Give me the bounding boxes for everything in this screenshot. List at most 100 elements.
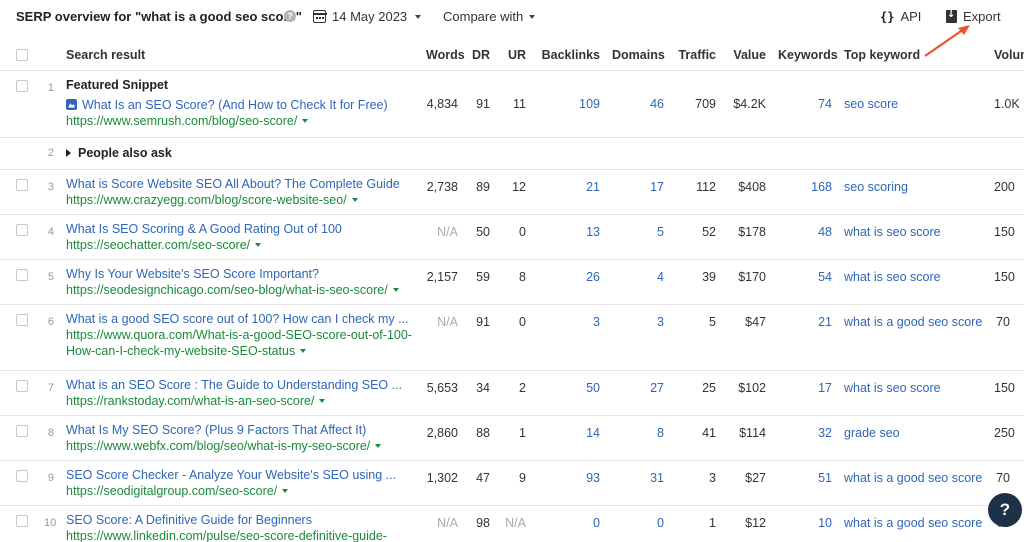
cell-keywords[interactable]: 17 [772, 370, 838, 416]
row-checkbox[interactable] [16, 79, 28, 92]
result-title-link[interactable]: What is a good SEO score out of 100? How… [66, 311, 414, 327]
select-all-checkbox[interactable] [16, 49, 28, 62]
cell-keywords[interactable]: 168 [772, 169, 838, 215]
cell-top-keyword[interactable]: what is a good seo score [838, 505, 988, 542]
cell-words: 1,302 [420, 460, 464, 506]
compare-with-dropdown[interactable]: Compare with [443, 9, 536, 24]
col-volume[interactable]: Volume [988, 40, 1024, 71]
result-title-link[interactable]: What Is My SEO Score? (Plus 9 Factors Th… [66, 422, 414, 438]
result-title-link[interactable]: Why Is Your Website's SEO Score Importan… [66, 266, 414, 282]
col-words[interactable]: Words [420, 40, 465, 71]
row-checkbox[interactable] [16, 379, 28, 392]
cell-ur: 1 [496, 415, 532, 461]
api-button[interactable]: {} API [880, 9, 921, 24]
col-top-keyword[interactable]: Top keyword [838, 40, 988, 71]
row-checkbox[interactable] [16, 313, 28, 326]
result-url[interactable]: https://seochatter.com/seo-score/ [66, 237, 414, 253]
expand-icon[interactable] [66, 148, 71, 157]
search-result-cell: What is Score Website SEO All About? The… [60, 169, 420, 215]
row-checkbox[interactable] [16, 178, 28, 191]
result-url[interactable]: https://seodigitalgroup.com/seo-score/ [66, 483, 414, 499]
cell-domains[interactable]: 31 [606, 460, 670, 506]
help-icon[interactable]: ? [284, 10, 296, 22]
result-title-link[interactable]: What Is SEO Scoring & A Good Rating Out … [66, 221, 414, 237]
cell-top-keyword[interactable]: what is seo score [838, 259, 988, 305]
col-keywords[interactable]: Keywords [772, 40, 838, 71]
result-url[interactable]: https://www.quora.com/What-is-a-good-SEO… [66, 327, 414, 359]
cell-top-keyword[interactable]: what is a good seo score [838, 460, 988, 506]
cell-backlinks[interactable]: 0 [532, 505, 606, 542]
chevron-down-icon[interactable] [319, 399, 326, 404]
cell-keywords[interactable]: 51 [772, 460, 838, 506]
row-checkbox[interactable] [16, 469, 28, 482]
cell-top-keyword[interactable]: what is seo score [838, 214, 988, 260]
cell-top-keyword[interactable]: what is a good seo score [838, 304, 988, 371]
cell-domains[interactable]: 3 [606, 304, 670, 371]
cell-volume: 150 [988, 259, 1024, 305]
export-button[interactable]: Export [946, 9, 1001, 24]
result-title-link[interactable]: What is an SEO Score : The Guide to Unde… [66, 377, 414, 393]
result-url[interactable]: https://www.crazyegg.com/blog/score-webs… [66, 192, 414, 208]
cell-domains[interactable]: 4 [606, 259, 670, 305]
cell-backlinks[interactable]: 26 [532, 259, 606, 305]
cell-backlinks[interactable]: 14 [532, 415, 606, 461]
help-chat-button[interactable]: ? [988, 493, 1022, 527]
result-title-link[interactable]: SEO Score Checker - Analyze Your Website… [66, 467, 414, 483]
cell-keywords[interactable]: 48 [772, 214, 838, 260]
cell-keywords[interactable]: 74 [772, 70, 838, 138]
cell-backlinks[interactable]: 109 [532, 70, 606, 138]
cell-domains[interactable]: 17 [606, 169, 670, 215]
cell-keywords[interactable]: 54 [772, 259, 838, 305]
col-domains[interactable]: Domains [606, 40, 670, 71]
chevron-down-icon[interactable] [300, 349, 307, 354]
cell-keywords[interactable]: 10 [772, 505, 838, 542]
chevron-down-icon[interactable] [375, 444, 382, 449]
chevron-down-icon[interactable] [392, 288, 399, 293]
cell-top-keyword[interactable]: grade seo [838, 415, 988, 461]
cell-backlinks[interactable]: 3 [532, 304, 606, 371]
result-url[interactable]: https://www.webfx.com/blog/seo/what-is-m… [66, 438, 414, 454]
cell-top-keyword[interactable]: what is seo score [838, 370, 988, 416]
chevron-down-icon[interactable] [351, 198, 358, 203]
row-checkbox[interactable] [16, 514, 28, 527]
cell-domains[interactable]: 27 [606, 370, 670, 416]
col-dr[interactable]: DR [464, 40, 496, 71]
cell-backlinks[interactable]: 21 [532, 169, 606, 215]
cell-top-keyword[interactable]: seo scoring [838, 169, 988, 215]
result-title-link[interactable]: What is Score Website SEO All About? The… [66, 176, 414, 192]
cell-backlinks[interactable]: 93 [532, 460, 606, 506]
result-url[interactable]: https://www.linkedin.com/pulse/seo-score… [66, 528, 414, 542]
chevron-down-icon[interactable] [255, 243, 262, 248]
col-traffic[interactable]: Traffic [670, 40, 722, 71]
col-value[interactable]: Value [722, 40, 772, 71]
cell-keywords[interactable]: 21 [772, 304, 838, 371]
cell-backlinks[interactable]: 13 [532, 214, 606, 260]
row-checkbox[interactable] [16, 424, 28, 437]
table-row-paa[interactable]: 2 People also ask [0, 137, 1024, 170]
search-result-cell: What Is My SEO Score? (Plus 9 Factors Th… [60, 415, 420, 461]
col-search-result[interactable]: Search result [60, 40, 420, 71]
row-checkbox[interactable] [16, 268, 28, 281]
cell-traffic: 5 [670, 304, 722, 371]
table-row: 4 What Is SEO Scoring & A Good Rating Out… [0, 214, 1024, 260]
col-backlinks[interactable]: Backlinks [532, 40, 606, 71]
cell-domains[interactable]: 46 [606, 70, 670, 138]
cell-backlinks[interactable]: 50 [532, 370, 606, 416]
cell-domains[interactable]: 8 [606, 415, 670, 461]
cell-domains[interactable]: 0 [606, 505, 670, 542]
result-title-link[interactable]: SEO Score: A Definitive Guide for Beginn… [66, 512, 414, 528]
result-url[interactable]: https://seodesignchicago.com/seo-blog/wh… [66, 282, 414, 298]
date-picker[interactable]: 14 May 2023 [312, 9, 422, 24]
result-url[interactable]: https://rankstoday.com/what-is-an-seo-sc… [66, 393, 414, 409]
row-checkbox[interactable] [16, 223, 28, 236]
cell-top-keyword[interactable]: seo score [838, 70, 988, 138]
result-url[interactable]: https://www.semrush.com/blog/seo-score/ [66, 113, 414, 129]
cell-keywords[interactable]: 32 [772, 415, 838, 461]
cell-domains[interactable]: 5 [606, 214, 670, 260]
chevron-down-icon[interactable] [282, 489, 289, 494]
col-ur[interactable]: UR [496, 40, 532, 71]
api-label: API [900, 9, 922, 24]
cell-volume: 1.0K [988, 70, 1024, 138]
result-title-link[interactable]: What Is an SEO Score? (And How to Check … [66, 97, 414, 113]
chevron-down-icon[interactable] [302, 119, 309, 124]
